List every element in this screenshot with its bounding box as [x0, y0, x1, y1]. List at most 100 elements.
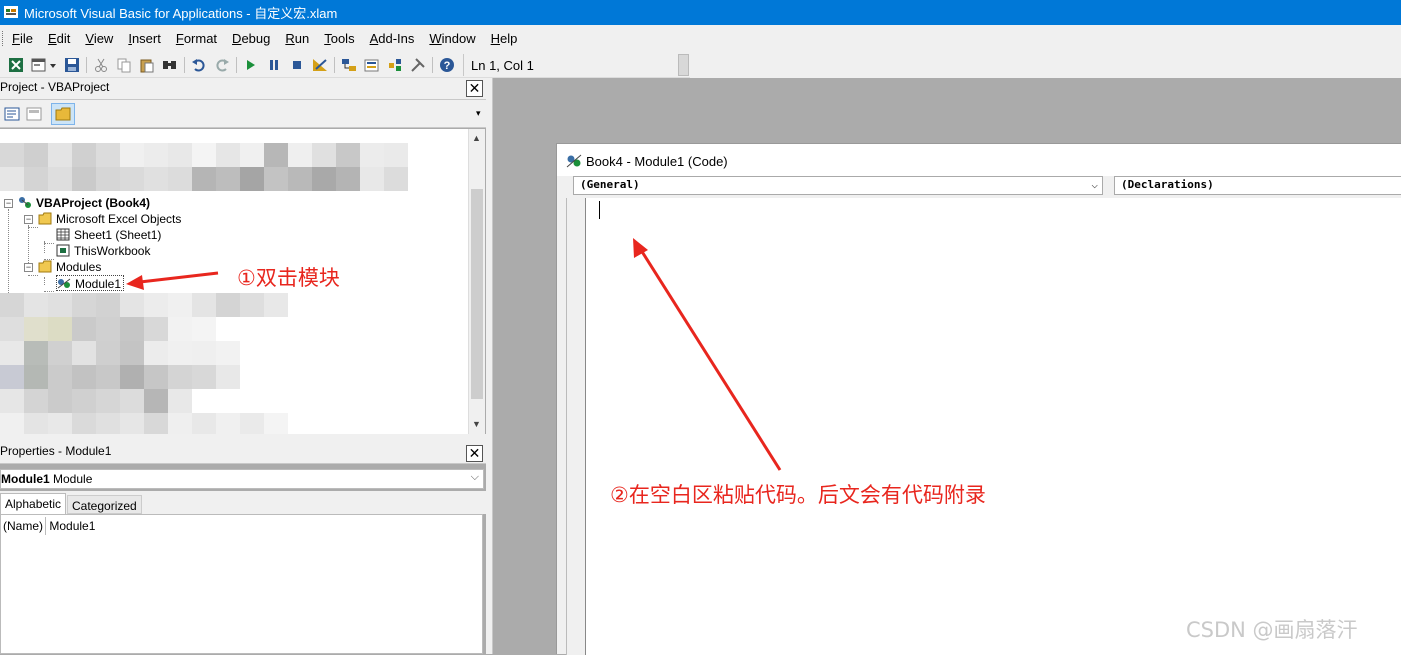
properties-grid: (Name) Module1	[0, 514, 483, 654]
tree-item-modules[interactable]: Modules	[38, 259, 101, 275]
menu-tools[interactable]: Tools	[324, 31, 354, 46]
cursor-position: Ln 1, Col 1	[463, 54, 678, 76]
code-editor[interactable]	[586, 198, 1401, 655]
cut-icon[interactable]	[93, 57, 109, 73]
dropdown-icon[interactable]	[48, 57, 58, 73]
project-tree: − − − VBAProject (Book4) Microsoft Excel…	[0, 129, 468, 434]
menu-edit[interactable]: Edit	[48, 31, 70, 46]
redo-icon[interactable]	[214, 57, 230, 73]
title-bar: Microsoft Visual Basic for Applications …	[0, 0, 1401, 25]
watermark: CSDN @画扇落汗	[1186, 618, 1358, 642]
collapse-project-button[interactable]: −	[4, 199, 13, 208]
tree-item-project[interactable]: VBAProject (Book4)	[18, 195, 150, 211]
project-explorer-header: Project - VBAProject ✕	[0, 78, 486, 100]
find-icon[interactable]	[162, 57, 178, 73]
menu-format[interactable]: Format	[176, 31, 217, 46]
project-explorer-close-button[interactable]: ✕	[466, 80, 483, 97]
svg-text:?: ?	[444, 60, 451, 72]
scroll-up-icon[interactable]: ▲	[472, 133, 481, 143]
folder-open-icon	[38, 212, 52, 225]
menu-run[interactable]: Run	[285, 31, 309, 46]
tree-item-project-label: VBAProject (Book4)	[36, 196, 151, 210]
toolbar-options-button[interactable]	[678, 54, 689, 76]
procedure-combo[interactable]: (Declarations)	[1114, 176, 1401, 195]
code-window-titlebar: Book4 - Module1 (Code)	[557, 144, 1401, 176]
properties-tabs: Alphabetic Categorized	[0, 491, 486, 514]
break-icon[interactable]	[266, 57, 282, 73]
annotation-step1: ①双击模块	[237, 266, 340, 290]
help-icon[interactable]: ?	[439, 57, 455, 73]
vba-project-icon	[19, 197, 31, 208]
tree-item-excel-objects-label: Microsoft Excel Objects	[56, 212, 182, 226]
text-caret	[599, 201, 600, 219]
properties-object-name: Module1	[1, 472, 50, 486]
menu-window[interactable]: Window	[429, 31, 475, 46]
object-browser-icon[interactable]	[387, 57, 403, 73]
standard-toolbar: ? Ln 1, Col 1	[0, 52, 690, 78]
redacted-region-bottom	[0, 293, 300, 434]
project-explorer-title: Project - VBAProject	[0, 80, 110, 94]
menu-grip[interactable]	[2, 31, 5, 46]
property-key: (Name)	[3, 517, 47, 535]
project-explorer-icon[interactable]	[341, 57, 357, 73]
code-margin[interactable]	[566, 198, 586, 655]
properties-header: Properties - Module1 ✕	[0, 442, 486, 464]
properties-icon[interactable]	[364, 57, 380, 73]
save-icon[interactable]	[64, 57, 80, 73]
tree-item-excel-objects[interactable]: Microsoft Excel Objects	[38, 211, 181, 227]
menu-add-ins[interactable]: Add-Ins	[370, 31, 415, 46]
menu-view[interactable]: View	[85, 31, 113, 46]
view-object-icon[interactable]	[26, 107, 42, 121]
tab-categorized[interactable]: Categorized	[67, 495, 142, 514]
tree-item-thisworkbook[interactable]: ThisWorkbook	[56, 243, 150, 259]
copy-icon[interactable]	[116, 57, 132, 73]
vba-app-icon	[4, 6, 18, 18]
annotation-step2: ②在空白区粘贴代码。后文会有代码附录	[610, 483, 986, 507]
toggle-folders-button[interactable]	[51, 103, 75, 125]
project-tree-scrollbar[interactable]: ▲ ▼	[468, 129, 485, 434]
scroll-down-icon[interactable]: ▼	[472, 419, 481, 429]
properties-object-type: Module	[53, 472, 93, 486]
tree-item-module1[interactable]: Module1	[56, 275, 125, 291]
menu-help[interactable]: Help	[491, 31, 518, 46]
reset-icon[interactable]	[289, 57, 305, 73]
collapse-excel-objects-button[interactable]: −	[24, 215, 33, 224]
worksheet-icon	[56, 228, 70, 241]
folder-icon	[55, 107, 71, 121]
left-panel-divider[interactable]	[486, 78, 493, 654]
panel-splitter[interactable]	[0, 434, 486, 442]
undo-icon[interactable]	[191, 57, 207, 73]
scrollbar-thumb[interactable]	[471, 189, 483, 399]
tab-alphabetic[interactable]: Alphabetic	[0, 493, 67, 514]
menu-bar: File Edit View Insert Format Debug Run T…	[0, 25, 1401, 52]
menu-insert[interactable]: Insert	[128, 31, 161, 46]
paste-icon[interactable]	[139, 57, 155, 73]
view-code-icon[interactable]	[4, 107, 20, 121]
procedure-combo-value: (Declarations)	[1121, 178, 1214, 191]
folder-open-icon	[38, 260, 52, 273]
property-row[interactable]: (Name) Module1	[3, 517, 95, 535]
insert-userform-icon[interactable]	[31, 57, 47, 73]
toolbar-overflow-icon[interactable]: ▾	[476, 108, 485, 124]
tree-item-sheet1-label: Sheet1 (Sheet1)	[74, 228, 162, 242]
module-icon	[566, 154, 582, 168]
toolbox-icon[interactable]	[410, 57, 426, 73]
excel-icon[interactable]	[8, 57, 24, 73]
property-value[interactable]: Module1	[49, 519, 95, 533]
workbook-icon	[56, 244, 70, 257]
tree-item-sheet1[interactable]: Sheet1 (Sheet1)	[56, 227, 161, 243]
properties-object-select[interactable]: Module1 Module ⌵	[0, 469, 484, 489]
tree-item-thisworkbook-label: ThisWorkbook	[74, 244, 151, 258]
redacted-region-top	[0, 135, 440, 193]
object-combo[interactable]: (General) ⌵	[573, 176, 1103, 195]
chevron-down-icon: ⌵	[1091, 178, 1098, 191]
run-icon[interactable]	[243, 57, 259, 73]
collapse-modules-button[interactable]: −	[24, 263, 33, 272]
toolbar-empty-area	[690, 52, 1401, 78]
design-mode-icon[interactable]	[312, 57, 328, 73]
menu-debug[interactable]: Debug	[232, 31, 270, 46]
menu-file[interactable]: File	[12, 31, 33, 46]
tree-item-modules-label: Modules	[56, 260, 102, 274]
properties-close-button[interactable]: ✕	[466, 445, 483, 462]
properties-title: Properties - Module1	[0, 444, 112, 458]
